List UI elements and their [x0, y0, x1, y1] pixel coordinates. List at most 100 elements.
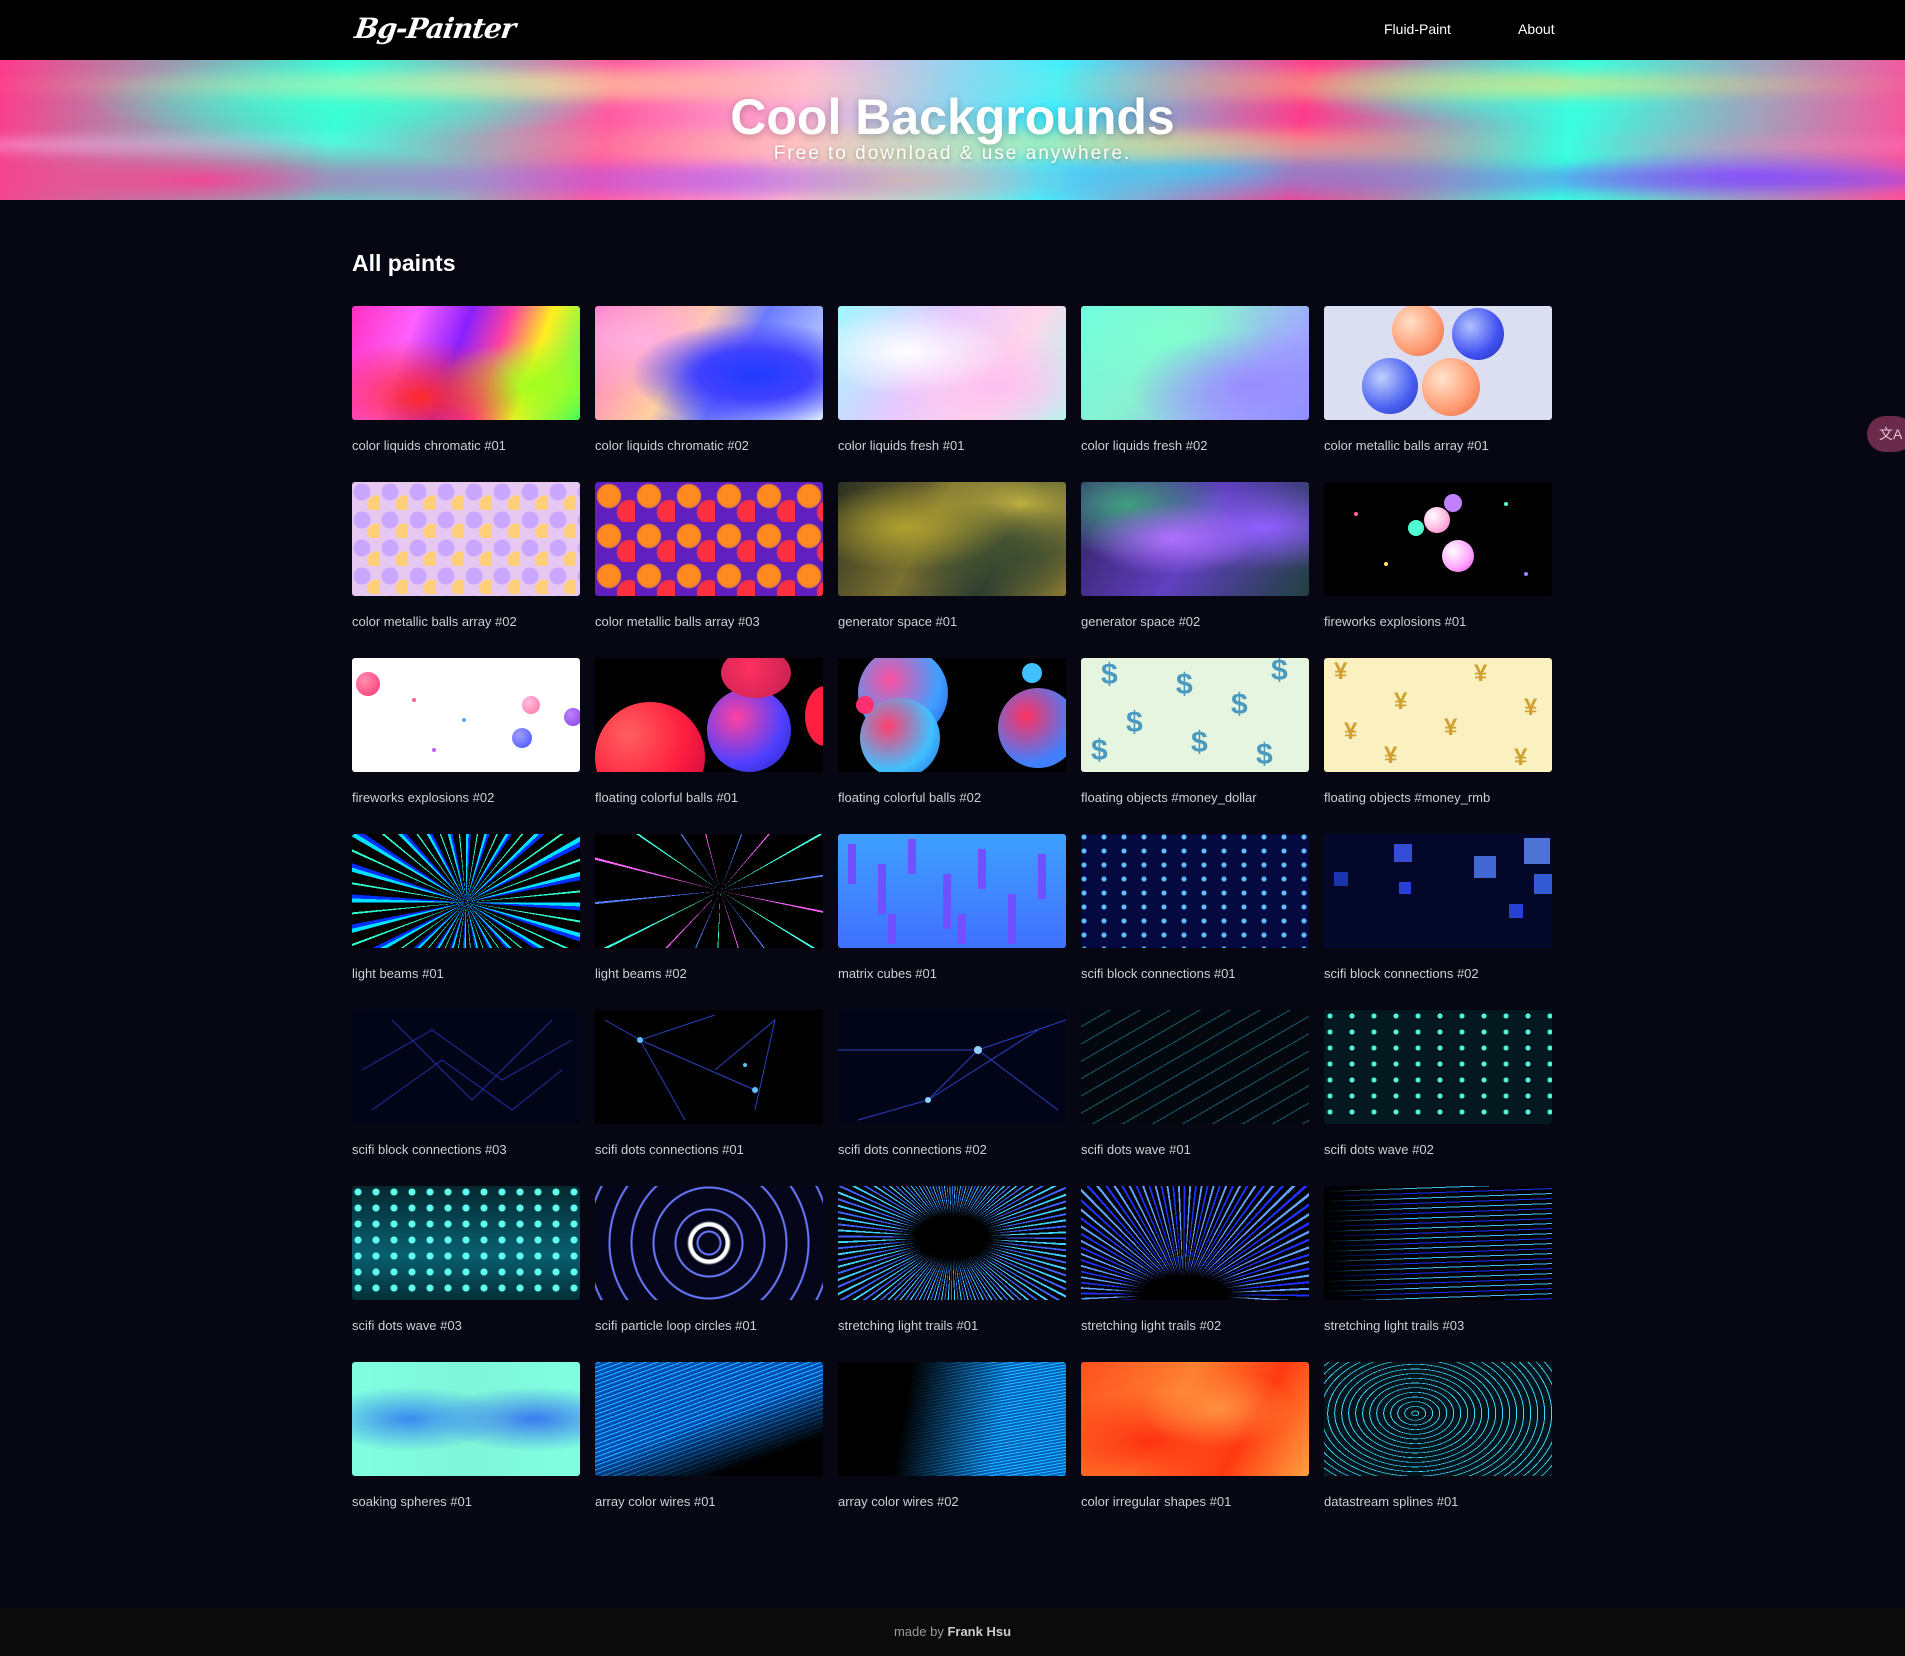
paint-caption: scifi particle loop circles #01	[595, 1318, 757, 1333]
paint-card[interactable]: color metallic balls array #02	[352, 482, 580, 658]
paint-card[interactable]: color irregular shapes #01	[1081, 1362, 1309, 1538]
paint-caption: color metallic balls array #01	[1324, 438, 1489, 453]
paint-thumbnail[interactable]	[838, 482, 1066, 596]
paint-card[interactable]: color liquids fresh #01	[838, 306, 1066, 482]
paint-thumbnail[interactable]: $ $ $ $ $ $ $ $	[1081, 658, 1309, 772]
paint-thumbnail[interactable]	[1324, 1186, 1552, 1300]
paint-card[interactable]: matrix cubes #01	[838, 834, 1066, 1010]
paint-caption: scifi dots connections #01	[595, 1142, 744, 1157]
paint-card[interactable]: fireworks explosions #01	[1324, 482, 1552, 658]
paint-card[interactable]: color liquids chromatic #02	[595, 306, 823, 482]
paints-grid: color liquids chromatic #01 color liquid…	[352, 306, 1552, 1538]
paint-card[interactable]: color liquids chromatic #01	[352, 306, 580, 482]
paint-card[interactable]: datastream splines #01	[1324, 1362, 1552, 1538]
paint-card[interactable]: generator space #02	[1081, 482, 1309, 658]
paint-thumbnail[interactable]	[1081, 1010, 1309, 1124]
paint-thumbnail[interactable]	[838, 1186, 1066, 1300]
paint-thumbnail[interactable]	[595, 482, 823, 596]
paint-thumbnail[interactable]	[595, 306, 823, 420]
paint-card[interactable]: scifi block connections #03	[352, 1010, 580, 1186]
paint-caption: stretching light trails #01	[838, 1318, 979, 1333]
paint-card[interactable]: light beams #02	[595, 834, 823, 1010]
paint-thumbnail[interactable]	[352, 482, 580, 596]
paint-card[interactable]: soaking spheres #01	[352, 1362, 580, 1538]
paint-caption: generator space #02	[1081, 614, 1201, 629]
paint-caption: generator space #01	[838, 614, 958, 629]
paint-card[interactable]: color metallic balls array #01	[1324, 306, 1552, 482]
paint-thumbnail[interactable]: ¥ ¥ ¥ ¥ ¥ ¥ ¥ ¥	[1324, 658, 1552, 772]
paint-thumbnail[interactable]	[1081, 1362, 1309, 1476]
paint-card[interactable]: ¥ ¥ ¥ ¥ ¥ ¥ ¥ ¥ floating objects #money_…	[1324, 658, 1552, 834]
paint-card[interactable]: scifi block connections #01	[1081, 834, 1309, 1010]
paint-card[interactable]: scifi dots wave #01	[1081, 1010, 1309, 1186]
paint-thumbnail[interactable]	[1081, 834, 1309, 948]
paint-thumbnail[interactable]	[352, 834, 580, 948]
footer-author[interactable]: Frank Hsu	[947, 1624, 1011, 1639]
paint-caption: scifi block connections #02	[1324, 966, 1479, 981]
paint-caption: color liquids fresh #02	[1081, 438, 1208, 453]
paint-card[interactable]: scifi dots wave #03	[352, 1186, 580, 1362]
paint-thumbnail[interactable]	[1324, 1362, 1552, 1476]
paint-caption: matrix cubes #01	[838, 966, 937, 981]
paint-card[interactable]: floating colorful balls #02	[838, 658, 1066, 834]
nav-link-about[interactable]: About	[1518, 21, 1555, 37]
paint-card[interactable]: color metallic balls array #03	[595, 482, 823, 658]
paint-caption: light beams #02	[595, 966, 687, 981]
paint-caption: scifi dots connections #02	[838, 1142, 987, 1157]
paint-thumbnail[interactable]	[595, 1010, 823, 1124]
paint-thumbnail[interactable]	[838, 658, 1066, 772]
paint-card[interactable]: array color wires #02	[838, 1362, 1066, 1538]
nav-link-fluid-paint[interactable]: Fluid-Paint	[1384, 21, 1451, 37]
paint-caption: floating colorful balls #01	[595, 790, 739, 805]
paint-thumbnail[interactable]	[1324, 482, 1552, 596]
paint-thumbnail[interactable]	[1324, 306, 1552, 420]
paint-thumbnail[interactable]	[595, 1186, 823, 1300]
paint-thumbnail[interactable]	[1324, 834, 1552, 948]
paint-thumbnail[interactable]	[1081, 1186, 1309, 1300]
paint-card[interactable]: generator space #01	[838, 482, 1066, 658]
paint-card[interactable]: color liquids fresh #02	[1081, 306, 1309, 482]
paint-caption: array color wires #02	[838, 1494, 959, 1509]
paint-card[interactable]: scifi dots wave #02	[1324, 1010, 1552, 1186]
paint-card[interactable]: scifi dots connections #02	[838, 1010, 1066, 1186]
hero-subtitle: Free to download & use anywhere.	[773, 143, 1132, 164]
paint-card[interactable]: stretching light trails #02	[1081, 1186, 1309, 1362]
paint-thumbnail[interactable]	[595, 834, 823, 948]
paint-card[interactable]: stretching light trails #03	[1324, 1186, 1552, 1362]
paint-card[interactable]: $ $ $ $ $ $ $ $ floating objects #money_…	[1081, 658, 1309, 834]
paint-caption: color metallic balls array #03	[595, 614, 760, 629]
paint-caption: scifi block connections #03	[352, 1142, 507, 1157]
paint-card[interactable]: light beams #01	[352, 834, 580, 1010]
paint-card[interactable]: array color wires #01	[595, 1362, 823, 1538]
paint-caption: scifi dots wave #02	[1324, 1142, 1434, 1157]
paint-thumbnail[interactable]	[595, 1362, 823, 1476]
paint-thumbnail[interactable]	[838, 834, 1066, 948]
paint-caption: scifi block connections #01	[1081, 966, 1236, 981]
paint-thumbnail[interactable]	[595, 658, 823, 772]
paint-card[interactable]: scifi dots connections #01	[595, 1010, 823, 1186]
paint-caption: color liquids fresh #01	[838, 438, 965, 453]
paint-thumbnail[interactable]	[838, 1010, 1066, 1124]
paint-card[interactable]: scifi block connections #02	[1324, 834, 1552, 1010]
paint-caption: floating objects #money_rmb	[1324, 790, 1491, 805]
site-logo[interactable]: Bg-Painter	[353, 12, 517, 45]
paint-caption: color liquids chromatic #01	[352, 438, 506, 453]
paint-card[interactable]: stretching light trails #01	[838, 1186, 1066, 1362]
paint-thumbnail[interactable]	[838, 1362, 1066, 1476]
paint-caption: fireworks explosions #01	[1324, 614, 1467, 629]
paint-thumbnail[interactable]	[352, 1010, 580, 1124]
paint-thumbnail[interactable]	[1324, 1010, 1552, 1124]
translate-button[interactable]: 文A	[1867, 416, 1905, 452]
paint-caption: floating colorful balls #02	[838, 790, 982, 805]
paint-card[interactable]: scifi particle loop circles #01	[595, 1186, 823, 1362]
section-title: All paints	[352, 250, 456, 276]
paint-thumbnail[interactable]	[352, 1362, 580, 1476]
paint-card[interactable]: fireworks explosions #02	[352, 658, 580, 834]
paint-thumbnail[interactable]	[838, 306, 1066, 420]
paint-thumbnail[interactable]	[1081, 482, 1309, 596]
paint-thumbnail[interactable]	[352, 306, 580, 420]
paint-thumbnail[interactable]	[352, 1186, 580, 1300]
paint-thumbnail[interactable]	[1081, 306, 1309, 420]
paint-thumbnail[interactable]	[352, 658, 580, 772]
paint-card[interactable]: floating colorful balls #01	[595, 658, 823, 834]
